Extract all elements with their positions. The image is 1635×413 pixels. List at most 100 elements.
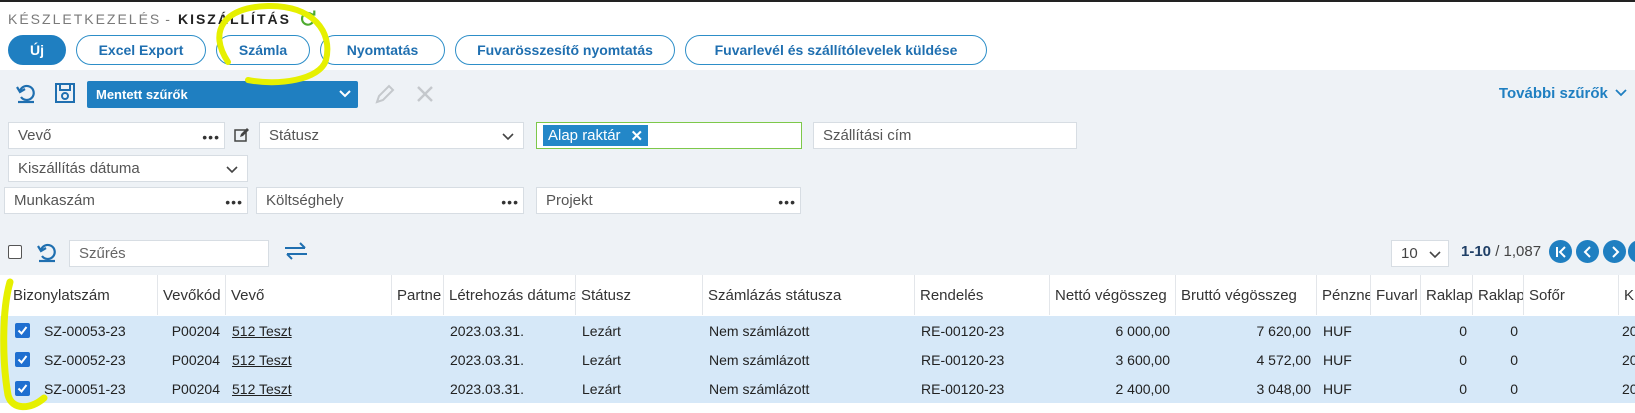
cell-driver (1524, 345, 1619, 374)
cell-code: P00204 (171, 380, 220, 397)
reset-filters-icon[interactable] (13, 80, 39, 106)
cell-billing: Nem számlázott (709, 380, 810, 397)
column-header[interactable]: Rendelés (915, 275, 1050, 315)
cell-code: P00204 (171, 351, 220, 368)
column-header[interactable]: Raklap (1421, 275, 1473, 315)
cell-customer[interactable]: 512 Teszt (232, 374, 392, 403)
cell-customer[interactable]: 512 Teszt (232, 316, 392, 345)
edit-note-icon[interactable] (229, 122, 255, 148)
table-row[interactable]: SZ-00051-23 P00204 512 Teszt 2023.03.31. Lez… (0, 374, 1635, 403)
cell-gross: 4 572,00 (1256, 351, 1312, 368)
page-name: KISZÁLLÍTÁS (177, 11, 291, 27)
cell-order: RE-00120-23 (921, 351, 1005, 368)
page-size-select[interactable]: 10 (1391, 240, 1449, 267)
cell-doc: SZ-00051-23 (44, 380, 126, 397)
column-header[interactable]: Sofőr (1524, 275, 1619, 315)
status-select[interactable]: Státusz (259, 122, 524, 149)
job-number-label: Munkaszám (14, 192, 95, 209)
row-checkbox[interactable] (15, 323, 30, 338)
customer-field[interactable]: Vevő ••• (8, 122, 225, 149)
cell-pallet2: 0 (1510, 351, 1518, 368)
action-buttons: Új Excel Export Számla Nyomtatás Fuvarös… (8, 35, 997, 65)
select-all-checkbox[interactable] (8, 245, 22, 259)
cell-created: 2023.03.31. (450, 380, 524, 397)
shipping-address-label: Szállítási cím (823, 127, 912, 144)
top-bar: KÉSZLETKEZELÉS - KISZÁLLÍTÁS Új Excel Ex… (0, 0, 1635, 70)
more-dots-icon[interactable]: ••• (202, 129, 220, 145)
cell-order: RE-00120-23 (921, 380, 1005, 397)
next-page-icon[interactable] (1603, 240, 1626, 263)
column-header[interactable]: Bizonylatszám (8, 275, 158, 315)
row-checkbox[interactable] (15, 352, 30, 367)
column-header[interactable]: Fuvarl (1371, 275, 1421, 315)
more-filters-link[interactable]: További szűrők (1499, 85, 1627, 102)
column-header[interactable]: Vevőkód (158, 275, 226, 315)
column-header[interactable]: Kü (1619, 275, 1635, 315)
project-field[interactable]: Projekt ••• (536, 187, 801, 214)
column-header[interactable]: Nettó végösszeg (1050, 275, 1176, 315)
table-row[interactable]: SZ-00053-23 P00204 512 Teszt 2023.03.31. Lez… (0, 316, 1635, 345)
freight-summary-print-button[interactable]: Fuvarösszesítő nyomtatás (455, 35, 675, 65)
more-dots-icon[interactable]: ••• (778, 194, 796, 210)
first-page-icon[interactable] (1549, 240, 1572, 263)
saved-filters-select[interactable]: Mentett szűrők (87, 81, 358, 108)
cost-center-field[interactable]: Költséghely ••• (256, 187, 524, 214)
column-header[interactable]: Bruttó végösszeg (1176, 275, 1317, 315)
send-waybills-button[interactable]: Fuvarlevél és szállítólevelek küldése (685, 35, 987, 65)
delivery-date-select[interactable]: Kiszállítás dátuma (8, 155, 248, 182)
cell-freight (1371, 345, 1421, 374)
close-icon[interactable] (412, 81, 438, 107)
cell-partner (392, 316, 444, 345)
title-separator: - (165, 11, 172, 27)
customer-link[interactable]: 512 Teszt (232, 323, 292, 339)
column-header[interactable]: Számlázás státusza (703, 275, 915, 315)
cell-partner (392, 374, 444, 403)
refresh-icon[interactable] (34, 239, 60, 265)
chevron-down-icon (226, 166, 238, 174)
cell-status: Lezárt (582, 351, 621, 368)
cell-customer[interactable]: 512 Teszt (232, 345, 392, 374)
excel-export-button[interactable]: Excel Export (76, 35, 206, 65)
cell-pallet2: 0 (1510, 322, 1518, 339)
column-header[interactable]: Raklap (1473, 275, 1524, 315)
column-header[interactable]: Létrehozás dátuma (444, 275, 576, 315)
refresh-icon[interactable] (299, 10, 317, 28)
project-label: Projekt (546, 192, 593, 209)
search-input[interactable]: Szűrés (69, 240, 269, 267)
delivery-date-label: Kiszállítás dátuma (18, 160, 140, 177)
swap-icon[interactable] (281, 238, 311, 264)
cell-extra: 20 (1622, 351, 1635, 368)
cell-net: 3 600,00 (1115, 351, 1171, 368)
cell-partner (392, 345, 444, 374)
warehouse-chip-label: Alap raktár (548, 127, 621, 144)
column-header[interactable]: Partne (392, 275, 444, 315)
customer-link[interactable]: 512 Teszt (232, 352, 292, 368)
job-number-field[interactable]: Munkaszám ••• (4, 187, 248, 214)
warehouse-multiselect[interactable]: Alap raktár ✕ (536, 122, 802, 149)
table-header: Bizonylatszám Vevőkód Vevő Partne Létreh… (0, 275, 1635, 315)
cell-gross: 7 620,00 (1256, 322, 1312, 339)
column-header[interactable]: Vevő (226, 275, 392, 315)
print-button[interactable]: Nyomtatás (320, 35, 445, 65)
remove-chip-icon[interactable]: ✕ (631, 127, 644, 145)
prev-page-icon[interactable] (1576, 240, 1599, 263)
customer-link[interactable]: 512 Teszt (232, 381, 292, 397)
more-dots-icon[interactable]: ••• (225, 194, 243, 210)
module-title: KÉSZLETKEZELÉS (8, 11, 162, 27)
cell-currency: HUF (1323, 380, 1352, 397)
shipping-address-field[interactable]: Szállítási cím (813, 122, 1077, 149)
chevron-down-icon (339, 90, 351, 98)
cell-doc: SZ-00052-23 (44, 351, 126, 368)
edit-icon[interactable] (372, 81, 398, 107)
row-checkbox[interactable] (15, 381, 30, 396)
column-header[interactable]: Pénznem (1317, 275, 1371, 315)
invoice-button[interactable]: Számla (216, 35, 310, 65)
cell-billing: Nem számlázott (709, 322, 810, 339)
cell-status: Lezárt (582, 322, 621, 339)
table-row[interactable]: SZ-00052-23 P00204 512 Teszt 2023.03.31. Lez… (0, 345, 1635, 374)
save-icon[interactable] (52, 80, 78, 106)
cell-doc: SZ-00053-23 (44, 322, 126, 339)
new-button[interactable]: Új (8, 35, 66, 65)
column-header[interactable]: Státusz (576, 275, 703, 315)
more-dots-icon[interactable]: ••• (501, 194, 519, 210)
